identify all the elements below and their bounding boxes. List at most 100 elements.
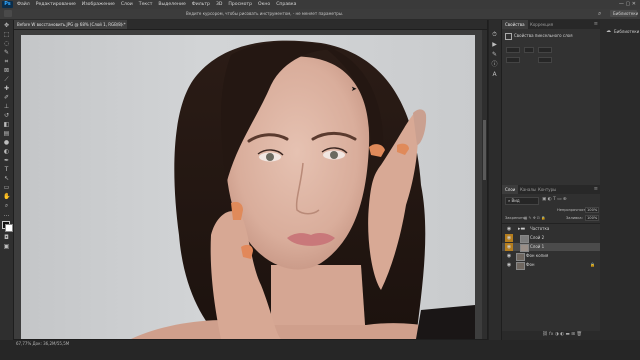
menu-image[interactable]: Изображение (82, 2, 115, 7)
layer-thumbnail (520, 235, 529, 243)
menu-3d[interactable]: 3D (216, 2, 222, 7)
zoom-tool-icon[interactable]: ⌕ (3, 202, 10, 209)
tool-preset-icon[interactable] (4, 10, 12, 17)
tab-layers[interactable]: Слои (502, 185, 519, 194)
mouse-cursor-icon: ➤ (351, 85, 357, 93)
character-icon[interactable]: A (491, 71, 498, 78)
layer-thumbnail (516, 253, 525, 261)
eraser-tool-icon[interactable]: ◧ (3, 121, 10, 128)
pixel-layer-icon (505, 33, 512, 40)
move-tool-icon[interactable]: ✥ (3, 22, 10, 29)
path-select-tool-icon[interactable]: ↖ (3, 175, 10, 182)
search-icon[interactable]: ⌕ (598, 10, 601, 18)
history-icon[interactable]: ⏱ (491, 31, 498, 38)
screen-mode-icon[interactable]: ▣ (3, 243, 10, 250)
libraries-panel: ☁ Библиотеки (600, 20, 640, 340)
lasso-tool-icon[interactable]: ◌ (3, 40, 10, 47)
opacity-value[interactable]: 100% (585, 207, 600, 213)
y-field[interactable] (538, 57, 552, 63)
panel-menu-icon[interactable]: ≡ (594, 20, 598, 29)
fill-value[interactable]: 100% (585, 215, 600, 221)
workspace-switcher[interactable]: Библиотеки (610, 10, 638, 17)
menu-layers[interactable]: Слои (121, 2, 133, 7)
shape-tool-icon[interactable]: ▭ (3, 184, 10, 191)
lock-icon: 🔒 (590, 262, 595, 267)
menu-filter[interactable]: Фильтр (192, 2, 210, 7)
options-bar: Ведите курсором, чтобы рисовать инструме… (0, 9, 640, 20)
tools-panel: ✥ ⬚ ◌ ✎ ⌗ ⊠ ⟋ ✚ ✐ ⊥ ↺ ◧ ▤ ● ◐ ✒ T ↖ ▭ ✋ … (0, 20, 13, 340)
actions-play-icon[interactable]: ▶ (491, 41, 498, 48)
tab-paths[interactable]: Контуры (535, 185, 559, 194)
frame-tool-icon[interactable]: ⊠ (3, 67, 10, 74)
gradient-tool-icon[interactable]: ▤ (3, 130, 10, 137)
more-tools-icon[interactable]: … (3, 211, 10, 218)
layer-name: Фон (526, 262, 535, 267)
brush-tool-icon[interactable]: ✐ (3, 94, 10, 101)
visibility-eye-icon[interactable]: ◉ (505, 225, 513, 233)
layers-divider (502, 223, 600, 224)
clone-stamp-tool-icon[interactable]: ⊥ (3, 103, 10, 110)
visibility-eye-icon[interactable]: ◉ (505, 261, 513, 269)
visibility-eye-icon[interactable]: ◉ (505, 243, 513, 251)
lock-icons[interactable]: ▦ ✎ ✥ ⊡ 🔒 (524, 216, 545, 220)
link-dimensions-icon[interactable] (524, 47, 534, 53)
brush-settings-icon[interactable]: ✎ (491, 51, 498, 58)
width-field[interactable] (506, 47, 520, 53)
dodge-tool-icon[interactable]: ◐ (3, 148, 10, 155)
layers-menu-icon[interactable]: ≡ (594, 185, 598, 194)
healing-brush-tool-icon[interactable]: ✚ (3, 85, 10, 92)
layer-row-layer2[interactable]: ◉ Слой 2 (502, 234, 600, 243)
menu-help[interactable]: Справка (276, 2, 296, 7)
layer-row-background[interactable]: ◉ Фон 🔒 (502, 261, 600, 270)
libraries-label[interactable]: Библиотеки (614, 29, 639, 34)
layers-panel: Слои Каналы Контуры ≡ ⌕ Вид ▣ ◐ T ▭ ⊕ Не… (502, 185, 600, 340)
marquee-tool-icon[interactable]: ⬚ (3, 31, 10, 38)
menu-file[interactable]: Файл (17, 2, 30, 7)
menu-select[interactable]: Выделение (158, 2, 185, 7)
quick-mask-icon[interactable]: ◘ (3, 234, 10, 241)
portrait-photo (131, 40, 475, 339)
tab-properties[interactable]: Свойства (502, 20, 528, 29)
layer-row-background-copy[interactable]: ◉ Фон копия (502, 252, 600, 261)
document-image[interactable]: ➤ (21, 35, 475, 339)
hand-tool-icon[interactable]: ✋ (3, 193, 10, 200)
crop-tool-icon[interactable]: ⌗ (3, 58, 10, 65)
scroll-thumb[interactable] (483, 120, 486, 180)
cloud-icon[interactable]: ☁ (606, 28, 611, 34)
menu-window[interactable]: Окно (258, 2, 270, 7)
visibility-eye-icon[interactable]: ◉ (505, 252, 513, 260)
zoom-and-doc-size: 67,77% Док: 36,2M/55,5M (16, 341, 70, 346)
background-color-swatch[interactable] (5, 224, 13, 232)
pen-tool-icon[interactable]: ✒ (3, 157, 10, 164)
layer-kind-filter[interactable]: ⌕ Вид (505, 197, 539, 205)
document-tab[interactable]: Before W восстановить.JPG @ 68% (Слой 1,… (14, 20, 127, 29)
history-brush-tool-icon[interactable]: ↺ (3, 112, 10, 119)
filter-icons[interactable]: ▣ ◐ T ▭ ⊕ (542, 197, 567, 202)
type-tool-icon[interactable]: T (3, 166, 10, 173)
layer-actions-icons[interactable]: ⛓ fx ◑ ◐ ▬ ⊞ 🗑 (542, 332, 582, 337)
quick-select-tool-icon[interactable]: ✎ (3, 49, 10, 56)
document-tab-title: Before W восстановить.JPG @ 68% (Слой 1,… (17, 22, 126, 27)
layer-row-layer1[interactable]: ◉ Слой 1 (502, 243, 600, 252)
menu-view[interactable]: Просмотр (228, 2, 252, 7)
window-controls[interactable]: — ▢ ✕ (619, 1, 636, 7)
properties-panel: Свойства Коррекция ≡ Свойства пиксельног… (502, 20, 600, 180)
layer-row-group[interactable]: ◉ ▸▬ Частотка (502, 225, 600, 233)
document-tab-bar: Before W восстановить.JPG @ 68% (Слой 1,… (14, 20, 487, 29)
menu-bar: Ps Файл Редактирование Изображение Слои … (0, 0, 640, 9)
layer-name: Фон копия (526, 253, 549, 258)
menu-text[interactable]: Текст (139, 2, 153, 7)
x-field[interactable] (506, 57, 520, 63)
app-logo[interactable]: Ps (2, 1, 13, 8)
height-field[interactable] (538, 47, 552, 53)
eyedropper-tool-icon[interactable]: ⟋ (3, 76, 10, 83)
vertical-scrollbar[interactable] (482, 30, 487, 339)
close-tab-icon[interactable]: × (121, 20, 124, 29)
visibility-eye-icon[interactable]: ◉ (505, 234, 513, 242)
blur-tool-icon[interactable]: ● (3, 139, 10, 146)
status-bar: 67,77% Док: 36,2M/55,5M (0, 340, 640, 360)
info-icon[interactable]: ⓘ (491, 61, 498, 68)
canvas-area[interactable]: ➤ (14, 30, 487, 339)
menu-edit[interactable]: Редактирование (36, 2, 76, 7)
tab-adjustments[interactable]: Коррекция (527, 20, 556, 29)
